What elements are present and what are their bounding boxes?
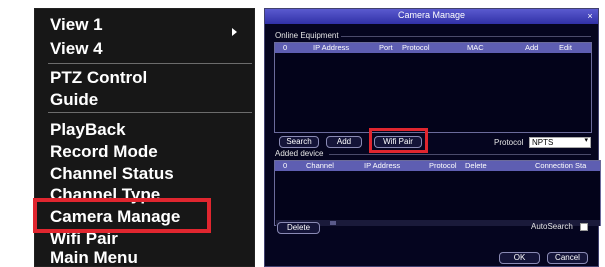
dialog-title: Camera Manage [397,10,466,20]
cancel-button[interactable]: Cancel [547,252,588,264]
online-col-add[interactable]: Add [525,43,538,53]
context-menu: View 1 View 4 PTZ Control Guide PlayBack… [34,8,255,267]
added-col-ip[interactable]: IP Address [364,161,400,171]
dropdown-arrow-icon: ▾ [584,137,588,144]
dialog-titlebar: Camera Manage × [265,9,598,24]
online-col-mac[interactable]: MAC [467,43,484,53]
add-button[interactable]: Add [326,136,362,148]
added-col-delete[interactable]: Delete [465,161,487,171]
section-rule [341,36,591,37]
menu-item-main-menu[interactable]: Main Menu [50,248,250,267]
online-col-ip[interactable]: IP Address [313,43,349,53]
added-col-protocol[interactable]: Protocol [429,161,457,171]
protocol-select-value: NPTS [532,138,554,147]
menu-divider [48,112,252,113]
delete-button[interactable]: Delete [277,222,320,234]
menu-item-record-mode[interactable]: Record Mode [50,142,250,162]
wifi-pair-button[interactable]: Wifi Pair [374,136,422,148]
added-col-connection[interactable]: Connection Sta [535,161,586,171]
added-col-index: 0 [283,161,288,170]
ok-button[interactable]: OK [499,252,540,264]
menu-item-view-4[interactable]: View 4 [50,39,250,59]
added-table-header: 0 Channel IP Address Protocol Delete Con… [275,161,600,171]
search-button[interactable]: Search [279,136,319,148]
section-rule [329,154,591,155]
close-icon[interactable]: × [584,10,596,22]
added-device-label: Added device [275,149,324,158]
online-equipment-table: 0 IP Address Port Protocol MAC Add Edit [274,42,592,133]
online-col-edit[interactable]: Edit [559,43,572,53]
protocol-select[interactable]: NPTS ▾ [529,137,591,148]
added-device-table: 0 Channel IP Address Protocol Delete Con… [274,160,601,226]
menu-item-camera-manage[interactable]: Camera Manage [50,207,250,227]
menu-item-guide[interactable]: Guide [50,90,250,110]
autosearch-label: AutoSearch [531,222,573,231]
submenu-arrow-icon [232,28,237,36]
online-col-index: 0 [283,43,288,52]
scrollbar-thumb[interactable] [330,221,336,225]
menu-item-ptz-control[interactable]: PTZ Control [50,68,250,88]
online-col-protocol[interactable]: Protocol [402,43,430,53]
online-table-header: 0 IP Address Port Protocol MAC Add Edit [275,43,591,53]
menu-item-view-1[interactable]: View 1 [50,15,250,35]
autosearch-checkbox[interactable] [580,223,588,231]
protocol-label: Protocol [494,138,524,147]
menu-item-playback[interactable]: PlayBack [50,120,250,140]
camera-manage-dialog: Camera Manage × Online Equipment 0 IP Ad… [264,8,601,267]
menu-item-wifi-pair[interactable]: Wifi Pair [50,229,250,249]
online-col-port[interactable]: Port [379,43,393,53]
menu-divider [48,63,252,64]
menu-item-channel-type[interactable]: Channel Type [50,185,250,205]
added-col-channel[interactable]: Channel [306,161,334,171]
online-equipment-label: Online Equipment [275,31,339,40]
menu-item-channel-status[interactable]: Channel Status [50,164,250,184]
